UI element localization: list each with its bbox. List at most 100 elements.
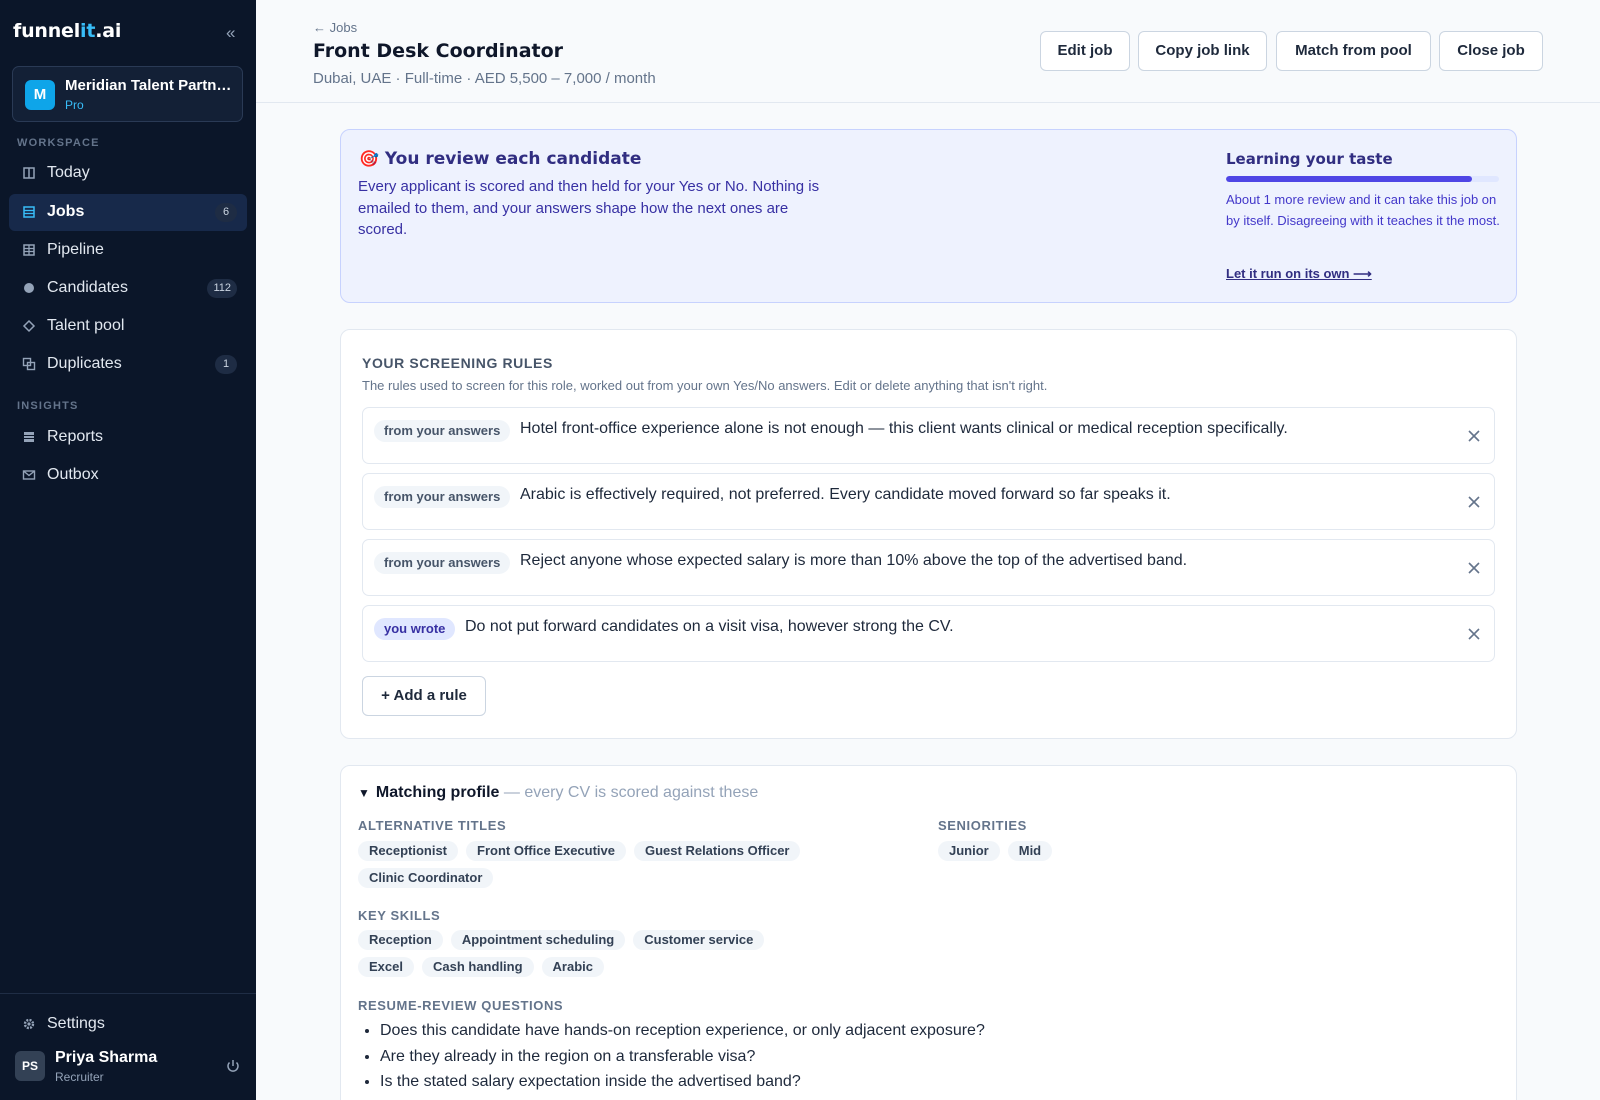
- sidebar-item-talent-pool[interactable]: Talent pool: [9, 308, 247, 345]
- questions-list: Does this candidate have hands-on recept…: [380, 1018, 985, 1095]
- sidebar-item-label: Settings: [47, 1015, 105, 1032]
- sidebar-item-jobs[interactable]: Jobs 6: [9, 194, 247, 231]
- collapse-sidebar-icon[interactable]: «: [226, 24, 235, 41]
- rule-text: Do not put forward candidates on a visit…: [465, 618, 954, 635]
- chip: Customer service: [633, 930, 765, 950]
- rules-description: The rules used to screen for this role, …: [362, 378, 1048, 393]
- count-badge: 1: [215, 355, 237, 374]
- chip: Arabic: [541, 957, 605, 977]
- page-title: Front Desk Coordinator: [313, 40, 564, 62]
- today-icon: [23, 167, 35, 179]
- sidebar: funnelit.ai « M Meridian Talent Partners…: [0, 0, 256, 1100]
- run-on-own-link[interactable]: Let it run on its own ⟶: [1226, 266, 1372, 282]
- rule-source-badge: you wrote: [374, 618, 456, 640]
- job-header: ← Jobs Front Desk Coordinator Dubai, UAE…: [256, 0, 1600, 103]
- outbox-icon: [22, 470, 36, 480]
- copy-job-link-button[interactable]: Copy job link: [1138, 31, 1267, 71]
- rule-item: from your answers Reject anyone whose ex…: [362, 539, 1495, 596]
- learning-text: About 1 more review and it can take this…: [1226, 192, 1500, 228]
- duplicates-icon: [22, 357, 36, 371]
- count-badge: 6: [215, 203, 237, 222]
- matching-profile-card: ▼ Matching profile — every CV is scored a…: [340, 765, 1517, 1100]
- chip: Receptionist: [358, 841, 459, 861]
- list-item: Is the stated salary expectation inside …: [380, 1069, 985, 1095]
- sidebar-item-candidates[interactable]: Candidates 112: [9, 270, 247, 307]
- user-avatar[interactable]: PS: [15, 1051, 45, 1081]
- section-label-workspace: WORKSPACE: [17, 137, 100, 149]
- rule-text: Arabic is effectively required, not pref…: [520, 486, 1171, 503]
- power-icon[interactable]: [224, 1057, 242, 1075]
- close-icon[interactable]: [1466, 494, 1482, 510]
- sidebar-item-settings[interactable]: Settings: [9, 1006, 247, 1043]
- org-switcher[interactable]: M Meridian Talent Partners Pro: [12, 66, 243, 122]
- chip: Excel: [358, 957, 414, 977]
- rule-item: you wrote Do not put forward candidates …: [362, 605, 1495, 662]
- chip: Front Office Executive: [466, 841, 626, 861]
- banner-text: Every applicant is scored and then held …: [358, 178, 820, 238]
- rules-title: YOUR SCREENING RULES: [362, 355, 553, 371]
- sidebar-item-label: Talent pool: [47, 317, 125, 334]
- questions-label: RESUME-REVIEW QUESTIONS: [358, 998, 564, 1013]
- close-icon[interactable]: [1466, 626, 1482, 642]
- rule-source-badge: from your answers: [374, 552, 511, 574]
- matching-profile-toggle[interactable]: ▼ Matching profile — every CV is scored a…: [358, 784, 758, 802]
- caret-down-icon: ▼: [358, 786, 370, 800]
- pipeline-icon: [23, 244, 35, 256]
- section-label-insights: INSIGHTS: [17, 400, 79, 412]
- list-item: Are they already in the region on a tran…: [380, 1044, 985, 1070]
- reports-icon: [24, 432, 34, 442]
- org-plan: Pro: [65, 98, 84, 112]
- user-name: Priya Sharma: [55, 1049, 158, 1066]
- sidebar-item-label: Today: [47, 164, 90, 181]
- sidebar-item-outbox[interactable]: Outbox: [9, 457, 247, 494]
- alt-titles-label: ALTERNATIVE TITLES: [358, 818, 507, 833]
- close-icon[interactable]: [1466, 428, 1482, 444]
- sidebar-item-label: Jobs: [47, 203, 85, 220]
- close-job-button[interactable]: Close job: [1439, 31, 1543, 71]
- sidebar-item-label: Reports: [47, 428, 104, 445]
- rule-text: Reject anyone whose expected salary is m…: [520, 552, 1188, 569]
- add-rule-button[interactable]: + Add a rule: [362, 676, 486, 716]
- org-avatar: M: [25, 80, 55, 110]
- seniorities-chips: Junior Mid: [938, 841, 1338, 861]
- chip: Cash handling: [421, 957, 534, 977]
- close-icon[interactable]: [1466, 560, 1482, 576]
- chip: Mid: [1007, 841, 1053, 861]
- alt-titles-chips: Receptionist Front Office Executive Gues…: [358, 841, 828, 888]
- org-name: Meridian Talent Partners: [65, 77, 235, 94]
- banner-title: 🎯 You review each candidate: [359, 149, 642, 169]
- sidebar-item-label: Candidates: [47, 279, 128, 296]
- chip: Clinic Coordinator: [358, 868, 494, 888]
- target-icon: 🎯: [359, 149, 379, 168]
- seniorities-label: SENIORITIES: [938, 818, 1027, 833]
- sidebar-item-today[interactable]: Today: [9, 155, 247, 192]
- rule-source-badge: from your answers: [374, 420, 511, 442]
- sidebar-item-pipeline[interactable]: Pipeline: [9, 232, 247, 269]
- chip: Appointment scheduling: [450, 930, 626, 950]
- jobs-icon: [23, 206, 35, 218]
- sidebar-item-label: Pipeline: [47, 241, 104, 258]
- edit-job-button[interactable]: Edit job: [1040, 31, 1130, 71]
- sidebar-item-label: Outbox: [47, 466, 99, 483]
- chip: Reception: [358, 930, 443, 950]
- sidebar-item-duplicates[interactable]: Duplicates 1: [9, 346, 247, 383]
- learning-progress-bar: [1226, 176, 1499, 182]
- learning-title: Learning your taste: [1226, 150, 1393, 168]
- match-from-pool-button[interactable]: Match from pool: [1276, 31, 1431, 71]
- count-badge: 112: [207, 279, 237, 298]
- key-skills-label: KEY SKILLS: [358, 908, 441, 923]
- talent-pool-icon: [22, 319, 36, 333]
- rule-text: Hotel front-office experience alone is n…: [520, 420, 1288, 437]
- job-meta: Dubai, UAE · Full-time · AED 5,500 – 7,0…: [313, 70, 656, 87]
- user-role: Recruiter: [55, 1070, 104, 1084]
- rule-item: from your answers Hotel front-office exp…: [362, 407, 1495, 464]
- app-logo[interactable]: funnelit.ai: [13, 20, 121, 42]
- candidates-icon: [24, 283, 34, 293]
- chip: Guest Relations Officer: [634, 841, 801, 861]
- sidebar-divider: [0, 993, 256, 994]
- review-mode-banner: 🎯 You review each candidate Every applica…: [340, 129, 1517, 303]
- list-item: Does this candidate have hands-on recept…: [380, 1018, 985, 1044]
- breadcrumb-jobs[interactable]: ← Jobs: [313, 20, 357, 35]
- sidebar-item-reports[interactable]: Reports: [9, 419, 247, 456]
- gear-icon: [23, 1018, 35, 1030]
